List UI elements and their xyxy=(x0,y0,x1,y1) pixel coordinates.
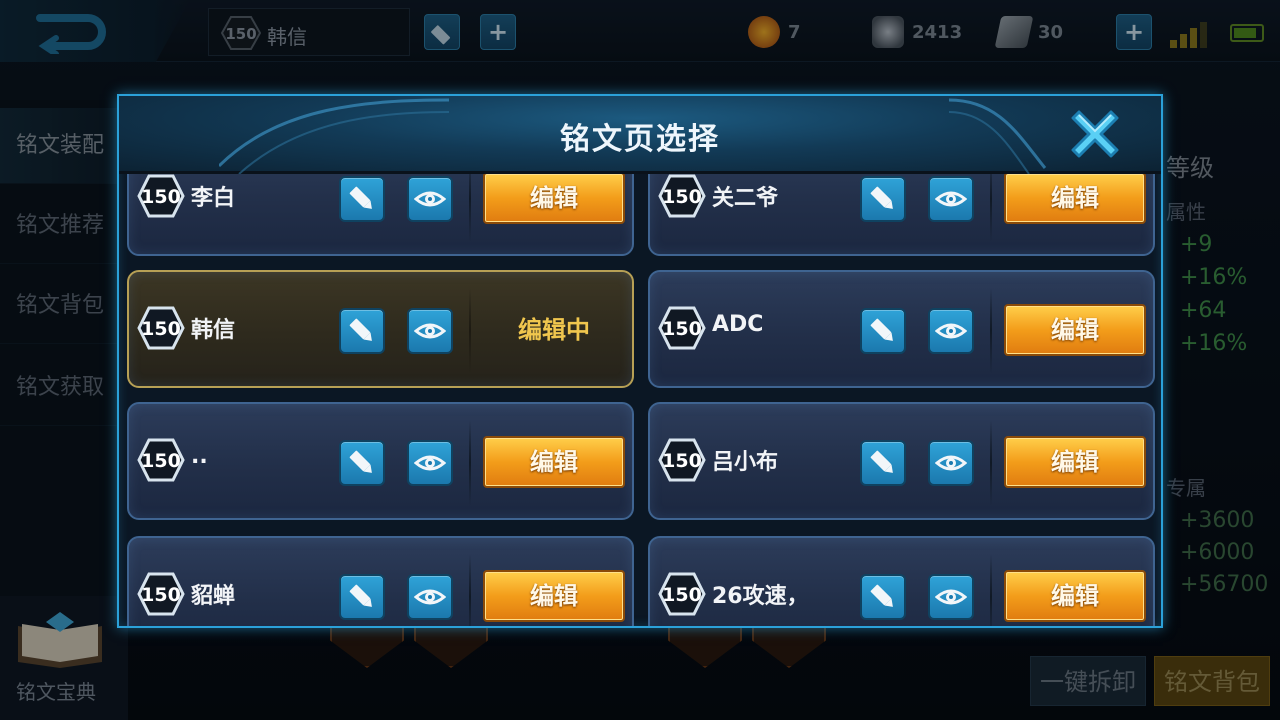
page-name: 李白 xyxy=(191,186,236,211)
eye-icon xyxy=(414,323,446,339)
level-badge-icon: 150 xyxy=(137,174,185,218)
eye-icon xyxy=(414,191,446,207)
level-badge-icon: 150 xyxy=(137,438,185,482)
level-badge-icon: 150 xyxy=(137,572,185,616)
rune-page-card[interactable]: 150 26攻速， 编辑 xyxy=(648,536,1155,626)
page-level: 150 xyxy=(662,318,702,340)
rune-page-card[interactable]: 150 .. 编辑 xyxy=(127,402,634,520)
pencil-icon xyxy=(870,318,893,341)
rune-page-list: 150 李白 编辑 150 关二爷 编辑 150 韩信 编辑中 150 ADC … xyxy=(119,174,1161,626)
close-button[interactable] xyxy=(1065,104,1125,164)
rune-page-card[interactable]: 150 关二爷 编辑 xyxy=(648,174,1155,256)
card-divider xyxy=(469,420,471,506)
pencil-icon xyxy=(349,318,372,341)
page-name: ADC xyxy=(712,312,764,337)
level-badge-icon: 150 xyxy=(658,438,706,482)
page-name: 韩信 xyxy=(191,318,236,343)
level-badge-icon: 150 xyxy=(658,572,706,616)
rename-button[interactable] xyxy=(860,176,906,222)
card-divider xyxy=(469,288,471,374)
page-level: 150 xyxy=(662,584,702,606)
card-divider xyxy=(990,288,992,374)
page-name: 关二爷 xyxy=(712,186,779,211)
edit-button[interactable]: 编辑 xyxy=(1004,570,1146,622)
edit-button[interactable]: 编辑 xyxy=(1004,436,1146,488)
page-name: .. xyxy=(191,444,208,469)
edit-button[interactable]: 编辑 xyxy=(483,174,625,224)
rune-page-card-current[interactable]: 150 韩信 编辑中 xyxy=(127,270,634,388)
rune-page-select-dialog: 铭文页选择 150 李白 编辑 150 关二爷 编辑 150 韩信 编辑中 15… xyxy=(117,94,1163,628)
view-button[interactable] xyxy=(928,440,974,486)
rune-page-card[interactable]: 150 貂蝉 编辑 xyxy=(127,536,634,626)
eye-icon xyxy=(935,589,967,605)
editing-status-label: 编辑中 xyxy=(518,316,590,344)
dialog-title: 铭文页选择 xyxy=(560,122,720,157)
rename-button[interactable] xyxy=(339,176,385,222)
page-level: 150 xyxy=(662,450,702,472)
level-badge-icon: 150 xyxy=(137,306,185,350)
rename-button[interactable] xyxy=(339,440,385,486)
card-divider xyxy=(990,554,992,626)
rename-button[interactable] xyxy=(860,574,906,620)
edit-button[interactable]: 编辑 xyxy=(1004,304,1146,356)
close-icon xyxy=(1071,110,1119,158)
rune-page-card[interactable]: 150 吕小布 编辑 xyxy=(648,402,1155,520)
view-button[interactable] xyxy=(407,308,453,354)
page-name: 吕小布 xyxy=(712,450,779,475)
page-level: 150 xyxy=(141,186,181,208)
pencil-icon xyxy=(870,584,893,607)
card-divider xyxy=(990,420,992,506)
edit-button[interactable]: 编辑 xyxy=(1004,174,1146,224)
pencil-icon xyxy=(870,450,893,473)
page-level: 150 xyxy=(662,186,702,208)
view-button[interactable] xyxy=(407,176,453,222)
page-level: 150 xyxy=(141,318,181,340)
edit-button[interactable]: 编辑 xyxy=(483,570,625,622)
level-badge-icon: 150 xyxy=(658,174,706,218)
eye-icon xyxy=(414,455,446,471)
view-button[interactable] xyxy=(928,308,974,354)
rename-button[interactable] xyxy=(860,308,906,354)
pencil-icon xyxy=(870,186,893,209)
pencil-icon xyxy=(349,186,372,209)
card-divider xyxy=(469,174,471,242)
rename-button[interactable] xyxy=(860,440,906,486)
pencil-icon xyxy=(349,450,372,473)
eye-icon xyxy=(935,455,967,471)
page-name: 貂蝉 xyxy=(191,584,236,609)
edit-button[interactable]: 编辑 xyxy=(483,436,625,488)
rename-button[interactable] xyxy=(339,574,385,620)
dialog-header: 铭文页选择 xyxy=(119,96,1161,174)
level-badge-icon: 150 xyxy=(658,306,706,350)
eye-icon xyxy=(414,589,446,605)
pencil-icon xyxy=(349,584,372,607)
view-button[interactable] xyxy=(928,574,974,620)
rename-button[interactable] xyxy=(339,308,385,354)
rune-page-card[interactable]: 150 李白 编辑 xyxy=(127,174,634,256)
view-button[interactable] xyxy=(928,176,974,222)
card-divider xyxy=(469,554,471,626)
page-level: 150 xyxy=(141,450,181,472)
eye-icon xyxy=(935,323,967,339)
rune-page-card[interactable]: 150 ADC 编辑 xyxy=(648,270,1155,388)
view-button[interactable] xyxy=(407,574,453,620)
eye-icon xyxy=(935,191,967,207)
page-level: 150 xyxy=(141,584,181,606)
card-divider xyxy=(990,174,992,242)
page-name: 26攻速， xyxy=(712,584,809,609)
view-button[interactable] xyxy=(407,440,453,486)
